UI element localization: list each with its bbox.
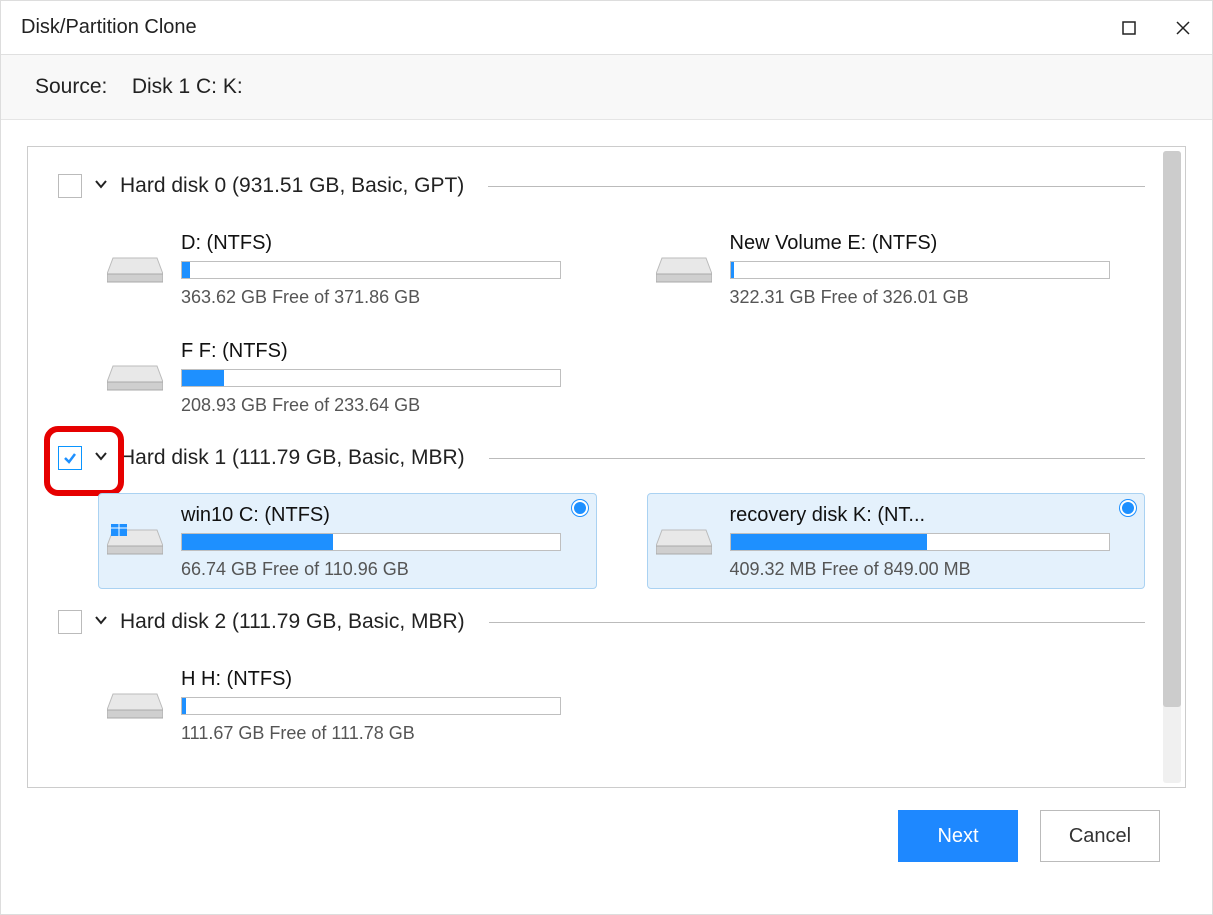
partition-grid: H H: (NTFS) 111.67 GB Free of 111.78 GB [58, 657, 1145, 753]
disk-block: Hard disk 1 (111.79 GB, Basic, MBR) win1… [58, 435, 1145, 589]
partition-body: F F: (NTFS) 208.93 GB Free of 233.64 GB [181, 340, 584, 416]
disk-icon [656, 252, 712, 286]
usage-bar-fill [182, 698, 186, 714]
close-button[interactable] [1174, 19, 1192, 37]
partition-item[interactable]: H H: (NTFS) 111.67 GB Free of 111.78 GB [98, 657, 597, 753]
usage-bar-fill [182, 262, 190, 278]
source-value: Disk 1 C: K: [132, 75, 243, 98]
usage-bar [730, 533, 1110, 551]
partition-body: win10 C: (NTFS) 66.74 GB Free of 110.96 G… [181, 504, 584, 580]
disk-title: Hard disk 0 (931.51 GB, Basic, GPT) [120, 174, 464, 198]
disk-block: Hard disk 2 (111.79 GB, Basic, MBR) H H:… [58, 599, 1145, 753]
usage-bar [181, 697, 561, 715]
partition-item[interactable]: recovery disk K: (NT... 409.32 MB Free of… [647, 493, 1146, 589]
partition-name: recovery disk K: (NT... [730, 504, 1090, 527]
usage-bar-fill [182, 534, 333, 550]
disk-checkbox[interactable] [58, 174, 82, 198]
chevron-down-icon[interactable] [92, 175, 110, 198]
disk-title: Hard disk 2 (111.79 GB, Basic, MBR) [120, 610, 465, 634]
disk-checkbox[interactable] [58, 446, 82, 470]
cancel-button[interactable]: Cancel [1040, 810, 1160, 862]
partition-name: D: (NTFS) [181, 232, 541, 255]
footer: Next Cancel [27, 788, 1186, 888]
partition-grid: D: (NTFS) 363.62 GB Free of 371.86 GB New… [58, 221, 1145, 425]
partition-item[interactable]: win10 C: (NTFS) 66.74 GB Free of 110.96 G… [98, 493, 597, 589]
partition-body: New Volume E: (NTFS) 322.31 GB Free of 32… [730, 232, 1133, 308]
disk-panel: Hard disk 0 (931.51 GB, Basic, GPT) D: (… [27, 146, 1186, 788]
selected-indicator-icon [1120, 500, 1136, 516]
usage-text: 66.74 GB Free of 110.96 GB [181, 559, 584, 580]
usage-bar [730, 261, 1110, 279]
divider [489, 622, 1145, 623]
usage-text: 363.62 GB Free of 371.86 GB [181, 287, 584, 308]
content-area: Hard disk 0 (931.51 GB, Basic, GPT) D: (… [1, 120, 1212, 914]
selected-indicator-icon [572, 500, 588, 516]
partition-name: New Volume E: (NTFS) [730, 232, 1090, 255]
disk-header: Hard disk 0 (931.51 GB, Basic, GPT) [58, 163, 1145, 209]
divider [489, 458, 1145, 459]
usage-text: 111.67 GB Free of 111.78 GB [181, 723, 584, 744]
disk-icon [107, 360, 163, 394]
source-label: Source: [35, 75, 107, 98]
app-window: Disk/Partition Clone Source: Disk 1 C: K… [0, 0, 1213, 915]
usage-bar-fill [731, 534, 928, 550]
disk-header: Hard disk 2 (111.79 GB, Basic, MBR) [58, 599, 1145, 645]
disk-checkbox[interactable] [58, 610, 82, 634]
disk-title: Hard disk 1 (111.79 GB, Basic, MBR) [120, 446, 465, 470]
partition-name: win10 C: (NTFS) [181, 504, 541, 527]
usage-text: 322.31 GB Free of 326.01 GB [730, 287, 1133, 308]
usage-bar-fill [731, 262, 735, 278]
disk-block: Hard disk 0 (931.51 GB, Basic, GPT) D: (… [58, 163, 1145, 425]
disk-icon [107, 688, 163, 722]
disk-icon [107, 252, 163, 286]
usage-text: 409.32 MB Free of 849.00 MB [730, 559, 1133, 580]
usage-bar [181, 369, 561, 387]
usage-bar [181, 261, 561, 279]
partition-name: H H: (NTFS) [181, 668, 541, 691]
partition-item[interactable]: New Volume E: (NTFS) 322.31 GB Free of 32… [647, 221, 1146, 317]
scrollbar-thumb[interactable] [1163, 151, 1181, 707]
source-bar: Source: Disk 1 C: K: [1, 55, 1212, 120]
window-controls [1120, 19, 1192, 37]
window-title: Disk/Partition Clone [21, 16, 197, 39]
usage-bar [181, 533, 561, 551]
disk-list: Hard disk 0 (931.51 GB, Basic, GPT) D: (… [28, 147, 1185, 779]
disk-icon [107, 524, 163, 558]
next-button[interactable]: Next [898, 810, 1018, 862]
partition-body: D: (NTFS) 363.62 GB Free of 371.86 GB [181, 232, 584, 308]
usage-text: 208.93 GB Free of 233.64 GB [181, 395, 584, 416]
usage-bar-fill [182, 370, 224, 386]
chevron-down-icon[interactable] [92, 447, 110, 470]
partition-item[interactable]: F F: (NTFS) 208.93 GB Free of 233.64 GB [98, 329, 597, 425]
partition-grid: win10 C: (NTFS) 66.74 GB Free of 110.96 G… [58, 493, 1145, 589]
partition-item[interactable]: D: (NTFS) 363.62 GB Free of 371.86 GB [98, 221, 597, 317]
maximize-button[interactable] [1120, 19, 1138, 37]
partition-name: F F: (NTFS) [181, 340, 541, 363]
titlebar: Disk/Partition Clone [1, 1, 1212, 55]
highlight-annotation [44, 426, 124, 496]
partition-body: H H: (NTFS) 111.67 GB Free of 111.78 GB [181, 668, 584, 744]
scrollbar[interactable] [1163, 151, 1181, 783]
disk-header: Hard disk 1 (111.79 GB, Basic, MBR) [58, 435, 1145, 481]
chevron-down-icon[interactable] [92, 611, 110, 634]
disk-icon [656, 524, 712, 558]
divider [488, 186, 1145, 187]
partition-body: recovery disk K: (NT... 409.32 MB Free of… [730, 504, 1133, 580]
